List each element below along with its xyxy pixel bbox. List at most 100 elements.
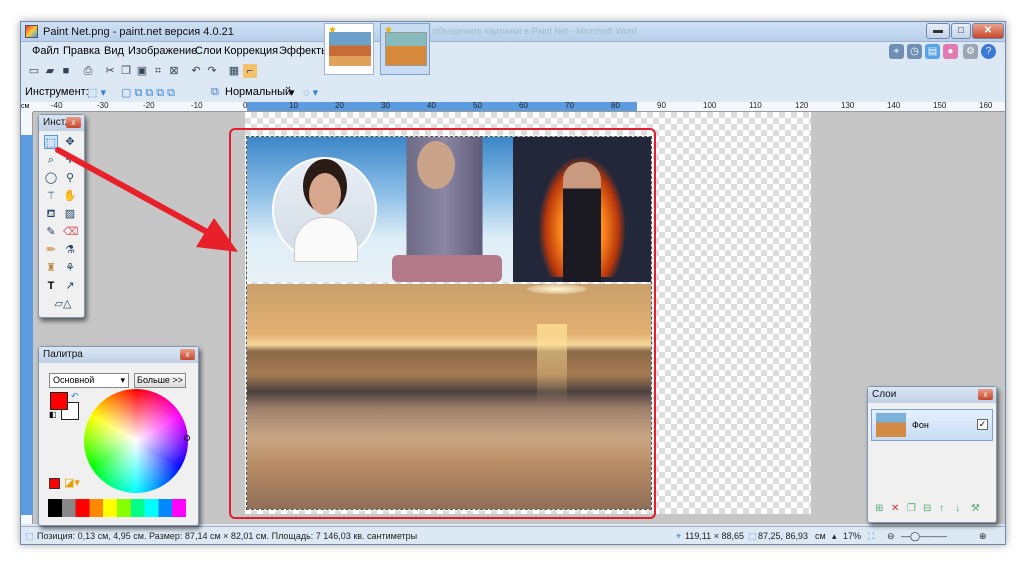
crop-icon[interactable]: ⌗ [151, 64, 165, 78]
print-icon[interactable]: ⎙ [81, 64, 95, 78]
duplicate-layer-icon[interactable]: ❐ [907, 503, 916, 514]
image-tab-2[interactable]: ★ [380, 23, 430, 75]
minimize-button[interactable]: ▬ [926, 23, 950, 39]
zoom-icon[interactable]: ⚲ [63, 171, 77, 185]
chevron-down-icon: ▾ [120, 375, 125, 385]
selection-tool-dropdown[interactable]: ⬚ ▾ [87, 86, 106, 99]
history-icon[interactable]: ◷ [907, 44, 922, 59]
grid-icon[interactable]: ▦ [227, 64, 241, 78]
new-icon[interactable]: ▭ [27, 64, 41, 78]
unit-selector[interactable]: см [815, 531, 826, 541]
help-icon[interactable]: ? [981, 44, 996, 59]
pencil-icon[interactable]: ✏ [44, 243, 58, 257]
ruler-mark: 140 [887, 102, 901, 110]
merge-layer-icon[interactable]: ⊟ [923, 503, 931, 514]
layer-properties-icon[interactable]: ⚒ [971, 503, 980, 514]
move-selection-icon[interactable]: ✛ [63, 153, 77, 167]
color-wheel[interactable] [84, 389, 188, 493]
layer-thumbnail [876, 413, 906, 437]
layers-toggle-icon[interactable]: ▤ [925, 44, 940, 59]
magic-wand-icon[interactable]: ⚚ [44, 189, 58, 203]
maximize-button[interactable]: □ [951, 23, 971, 39]
paint-bucket-icon[interactable]: ⛾ [44, 207, 58, 221]
settings-icon[interactable]: ⚙ [963, 44, 978, 59]
menu-adjustments[interactable]: Коррекция [224, 45, 278, 57]
blend-dropdown-arrow[interactable]: ▾ [289, 86, 295, 99]
selection-mode-icons[interactable]: ▢ ⧉ ⧉ ⧉ ⧉ [121, 86, 175, 100]
move-layer-up-icon[interactable]: ↑ [939, 503, 944, 514]
palette-close-button[interactable]: x [180, 349, 195, 360]
rulers-icon[interactable]: ⌐ [243, 64, 257, 78]
quality-icon[interactable]: ◌ ▾ [303, 86, 318, 99]
zoom-in-icon[interactable]: ⊕ [979, 531, 987, 542]
close-button[interactable]: ✕ [972, 23, 1004, 39]
add-layer-icon[interactable]: ⊞ [875, 503, 883, 514]
reset-colors-icon[interactable]: ◧ [49, 410, 57, 419]
color-swatches[interactable] [48, 499, 186, 517]
line-curve-icon[interactable]: ↗ [63, 279, 77, 293]
blend-mode-dropdown[interactable]: Нормальный [225, 86, 291, 98]
tools-panel-close-button[interactable]: x [66, 117, 81, 128]
color-mode-dropdown[interactable]: Основной ▾ [49, 373, 129, 388]
lasso-select-icon[interactable]: ⌕ [44, 153, 58, 167]
menu-file[interactable]: Файл [32, 45, 59, 57]
ruler-mark: 20 [335, 102, 344, 110]
ellipse-select-icon[interactable]: ◯ [44, 171, 58, 185]
deselect-icon[interactable]: ⊠ [167, 64, 181, 78]
menu-layers[interactable]: Слои [195, 45, 222, 57]
layer-visibility-checkbox[interactable]: ✓ [977, 419, 988, 430]
selection-size: 87,25, 86,93 [758, 531, 809, 541]
unit-dropdown-arrow[interactable]: ▴ [832, 531, 837, 542]
wheel-cursor[interactable] [184, 435, 190, 441]
open-icon[interactable]: ▰ [43, 64, 57, 78]
undo-icon[interactable]: ↶ [189, 64, 203, 78]
main-toolbar: ▭ ▰ ■ ⎙ ✂ ❐ ▣ ⌗ ⊠ ↶ ↷ ▦ ⌐ [21, 62, 321, 82]
menu-edit[interactable]: Правка [63, 45, 100, 57]
ruler-highlight [21, 135, 33, 515]
shapes-icon[interactable]: ▱△ [51, 297, 75, 311]
pan-icon[interactable]: ✋ [63, 189, 77, 203]
redo-icon[interactable]: ↷ [205, 64, 219, 78]
ruler-mark: 10 [289, 102, 298, 110]
more-colors-button[interactable]: Больше >> [134, 373, 186, 388]
image-canvas[interactable] [245, 112, 811, 514]
menu-view[interactable]: Вид [104, 45, 124, 57]
move-layer-down-icon[interactable]: ↓ [955, 503, 960, 514]
paintbrush-icon[interactable]: ✎ [44, 225, 58, 239]
zoom-slider[interactable]: —◯——— [901, 531, 947, 542]
cut-icon[interactable]: ✂ [103, 64, 117, 78]
image-tab-1[interactable]: ★ [324, 23, 374, 75]
delete-layer-icon[interactable]: ✕ [891, 503, 899, 514]
recolor-icon[interactable]: ⚘ [63, 261, 77, 275]
zoom-fit-icon[interactable]: ⛶ [868, 531, 874, 542]
menu-effects[interactable]: Эффекты [279, 45, 329, 57]
clone-stamp-icon[interactable]: ♜ [44, 261, 58, 275]
zoom-out-icon[interactable]: ⊖ [887, 531, 895, 542]
swap-colors-icon[interactable]: ↶ [71, 391, 79, 402]
color-picker-icon[interactable]: ⚗ [63, 243, 77, 257]
tools-toggle-icon[interactable]: ⌖ [889, 44, 904, 59]
move-selected-icon[interactable]: ✥ [63, 135, 77, 149]
palette-panel-label: Палитра [43, 349, 83, 360]
menu-image[interactable]: Изображение [128, 45, 197, 57]
layer-item[interactable]: Фон ✓ [871, 409, 993, 441]
ruler-mark: 150 [933, 102, 947, 110]
current-color-icon[interactable] [49, 478, 60, 489]
ruler-mark: -30 [97, 102, 109, 110]
selection-marquee[interactable] [245, 135, 653, 511]
antialias-icon[interactable]: ⧉ [211, 86, 219, 99]
primary-color-swatch[interactable] [50, 392, 68, 410]
gradient-icon[interactable]: ▨ [63, 207, 77, 221]
colors-toggle-icon[interactable]: ● [943, 44, 958, 59]
eraser-icon[interactable]: ⌫ [63, 225, 79, 239]
save-icon[interactable]: ■ [59, 64, 73, 78]
palette-menu-icon[interactable]: ◪▾ [64, 476, 80, 489]
ruler-mark: 30 [381, 102, 390, 110]
zoom-level[interactable]: 17% [843, 531, 861, 541]
cursor-icon: ⌖ [676, 531, 682, 541]
rectangle-select-icon[interactable]: ⬚ [44, 135, 58, 149]
copy-icon[interactable]: ❐ [119, 64, 133, 78]
layers-close-button[interactable]: x [978, 389, 993, 400]
paste-icon[interactable]: ▣ [135, 64, 149, 78]
text-icon[interactable]: T [44, 279, 58, 293]
